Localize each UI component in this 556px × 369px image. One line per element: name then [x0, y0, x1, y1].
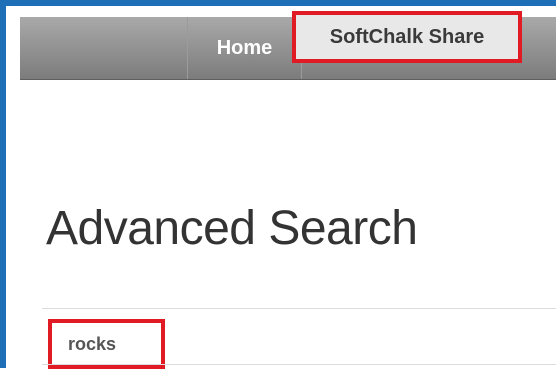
- search-term-link[interactable]: rocks: [48, 319, 165, 369]
- page-frame: Home SoftChalk Share Advanced Search roc…: [0, 0, 556, 369]
- nav-softchalk-share-tab[interactable]: SoftChalk Share: [292, 11, 522, 63]
- nav-home-link[interactable]: Home: [188, 17, 301, 79]
- section-divider: [42, 364, 556, 365]
- page-title: Advanced Search: [46, 202, 418, 255]
- section-divider: [42, 308, 556, 309]
